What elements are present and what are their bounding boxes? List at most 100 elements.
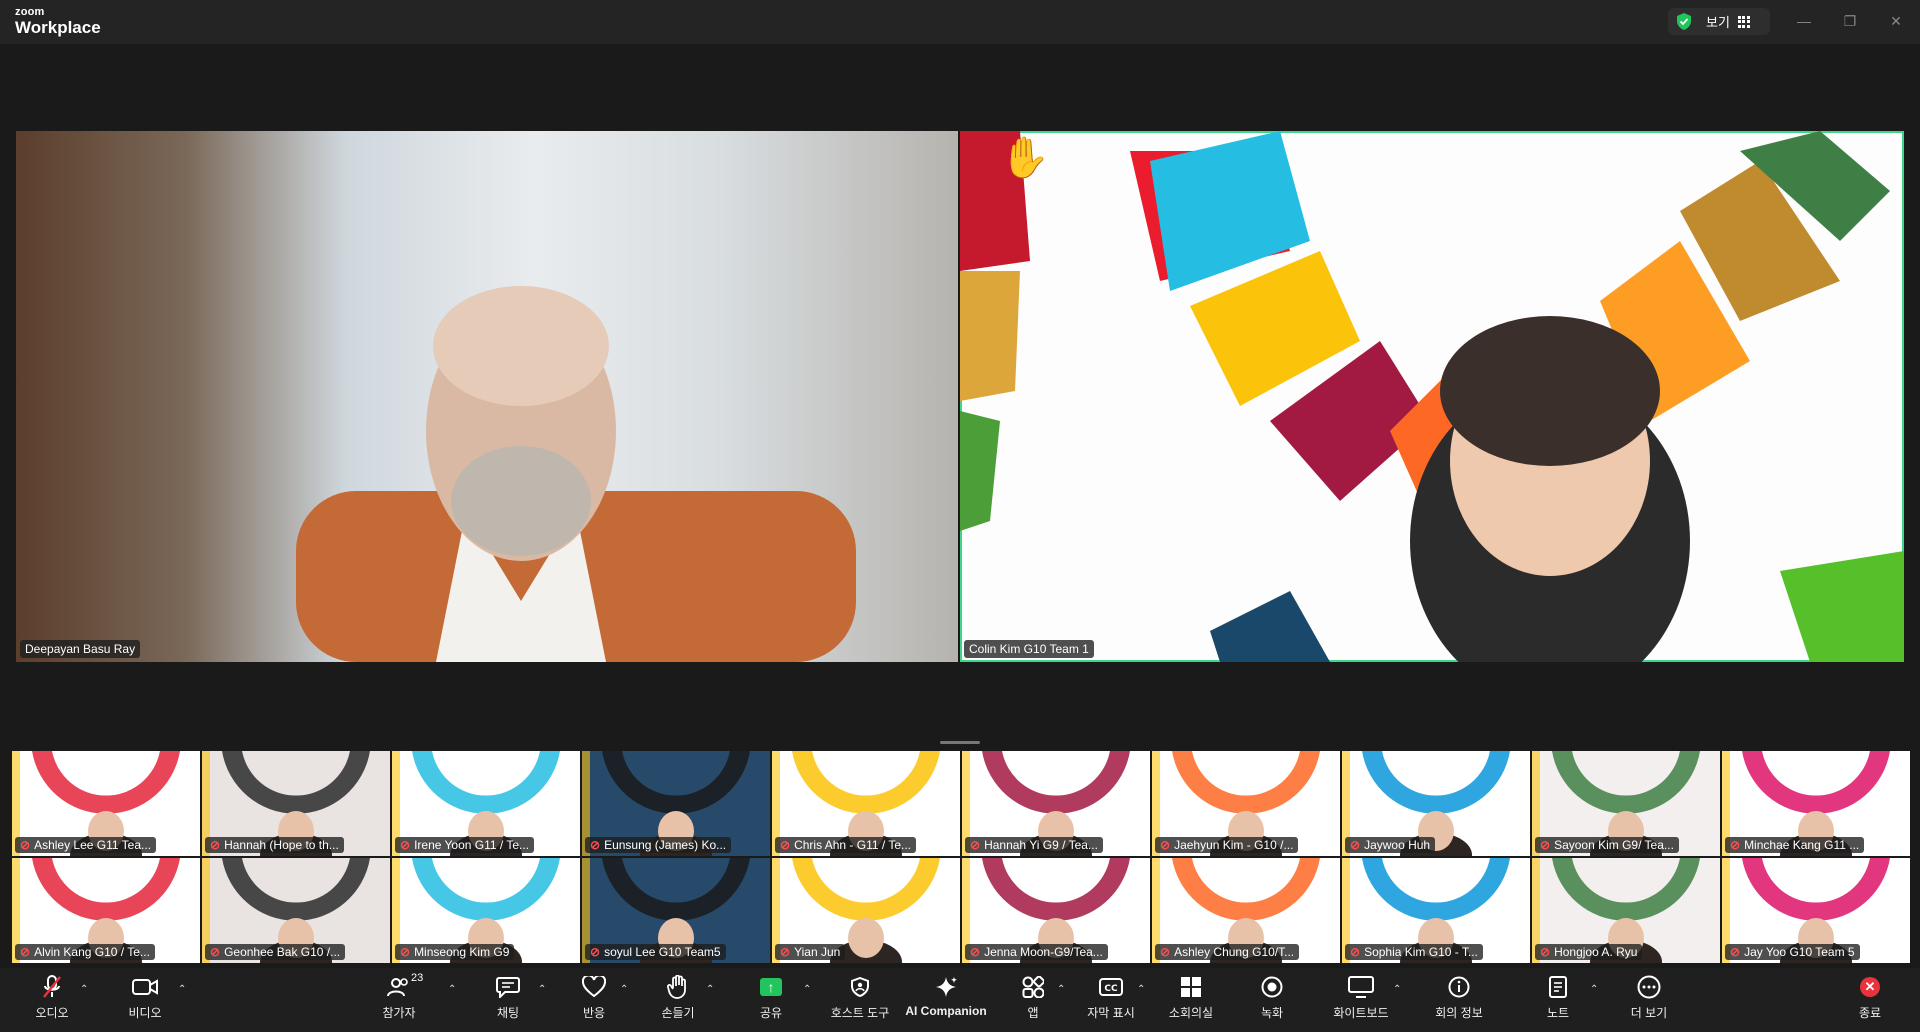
view-button[interactable]: 보기 — [1668, 8, 1770, 35]
mic-muted-icon: ⊘ — [400, 838, 411, 852]
raise-hand-options-chevron-up-icon[interactable]: ⌃ — [706, 984, 714, 995]
participant-name-label: ⊘ Sophia Kim G10 - T... — [1345, 944, 1483, 960]
participant-tile[interactable]: ⊘ Chris Ahn - G11 / Te... — [772, 751, 960, 856]
participant-tile[interactable]: ⊘ Ashley Chung G10/T... — [1152, 858, 1340, 963]
maximize-button[interactable]: ❐ — [1832, 8, 1868, 34]
participant-tile[interactable]: ⊘ Eunsung (James) Ko... — [582, 751, 770, 856]
participant-tile[interactable]: ⊘ Jay Yoo G10 Team 5 — [1722, 858, 1910, 963]
participant-name: Hannah Yi G9 / Tea... — [984, 838, 1098, 852]
captions-options-chevron-up-icon[interactable]: ⌃ — [1137, 984, 1145, 995]
participant-tile[interactable]: ⊘ Hannah Yi G9 / Tea... — [962, 751, 1150, 856]
host-shield-icon — [851, 972, 869, 1002]
active-speaker-video-tile[interactable]: ✋ Colin Kim G10 Team 1 — [960, 131, 1904, 662]
svg-text:CC: CC — [1104, 984, 1118, 994]
close-window-button[interactable]: ✕ — [1878, 8, 1914, 34]
participant-name: Jenna Moon-G9/Tea... — [984, 945, 1103, 959]
share-button[interactable]: ↑ 공유 — [726, 972, 816, 1021]
participant-tile[interactable]: ⊘ soyul Lee G10 Team5 — [582, 858, 770, 963]
notes-button[interactable]: 노트 — [1513, 972, 1603, 1021]
closed-captions-icon: CC — [1099, 972, 1123, 1002]
participant-tile[interactable]: ⊘ Jaywoo Huh — [1342, 751, 1530, 856]
participant-tile[interactable]: ⊘ Sophia Kim G10 - T... — [1342, 858, 1530, 963]
raise-hand-icon — [667, 972, 689, 1002]
mic-muted-icon — [42, 972, 62, 1002]
notes-options-chevron-up-icon[interactable]: ⌃ — [1590, 984, 1598, 995]
view-label: 보기 — [1706, 15, 1730, 30]
host-tools-button[interactable]: 호스트 도구 — [815, 972, 905, 1021]
participant-name: Jaehyun Kim - G10 /... — [1174, 838, 1294, 852]
share-screen-icon: ↑ — [760, 972, 782, 1002]
raise-hand-button[interactable]: 손들기 — [633, 972, 723, 1021]
security-shield-icon — [1677, 13, 1691, 30]
participant-tile[interactable]: ⊘ Hannah (Hope to th... — [202, 751, 390, 856]
participant-name: Yian Jun — [794, 945, 841, 959]
share-options-chevron-up-icon[interactable]: ⌃ — [803, 984, 811, 995]
breakout-rooms-button[interactable]: 소회의실 — [1146, 972, 1236, 1021]
participant-tile[interactable]: ⊘ Irene Yoon G11 / Te... — [392, 751, 580, 856]
participant-name: Minseong Kim G9 — [414, 945, 510, 959]
participant-name: Chris Ahn - G11 / Te... — [794, 838, 912, 852]
participant-name: Ashley Lee G11 Tea... — [34, 838, 152, 852]
mic-muted-icon: ⊘ — [20, 945, 31, 959]
chat-button[interactable]: 채팅 — [463, 972, 553, 1021]
record-label: 녹화 — [1260, 1006, 1284, 1020]
mic-muted-icon: ⊘ — [1160, 945, 1171, 959]
participant-name: Minchae Kang G11 ... — [1744, 838, 1860, 852]
participant-name: Alvin Kang G10 / Te... — [34, 945, 150, 959]
apps-label: 앱 — [1027, 1006, 1039, 1020]
captions-button[interactable]: CC 자막 표시 — [1066, 972, 1156, 1021]
mic-muted-icon: ⊘ — [1350, 945, 1361, 959]
meeting-info-button[interactable]: 회의 정보 — [1414, 972, 1504, 1021]
apps-button[interactable]: 앱 — [988, 972, 1078, 1021]
participants-count: 23 — [411, 972, 424, 984]
video-options-chevron-up-icon[interactable]: ⌃ — [178, 984, 186, 995]
chat-options-chevron-up-icon[interactable]: ⌃ — [538, 984, 546, 995]
mic-muted-icon: ⊘ — [970, 945, 981, 959]
apps-options-chevron-up-icon[interactable]: ⌃ — [1057, 984, 1065, 995]
title-bar: zoom Workplace 보기 — ❐ ✕ — [0, 0, 1920, 44]
participant-tile[interactable]: ⊘ Minseong Kim G9 — [392, 858, 580, 963]
chat-bubble-icon — [496, 972, 520, 1002]
whiteboard-icon — [1348, 972, 1374, 1002]
audio-label: 오디오 — [35, 1006, 69, 1020]
apps-icon — [1022, 972, 1044, 1002]
participant-name-label: ⊘ soyul Lee G10 Team5 — [585, 944, 726, 960]
mic-muted-icon: ⊘ — [590, 838, 601, 852]
end-call-icon: ✕ — [1860, 972, 1880, 1002]
participants-label: 참가자 — [382, 1006, 416, 1020]
audio-button[interactable]: 오디오 — [7, 972, 97, 1021]
gallery-resize-handle[interactable] — [940, 741, 980, 744]
participant-tile[interactable]: ⊘ Alvin Kang G10 / Te... — [12, 858, 200, 963]
speaker-video-tile[interactable]: Deepayan Basu Ray — [16, 131, 958, 662]
participant-name-label: ⊘ Jaywoo Huh — [1345, 837, 1436, 853]
participant-name: Eunsung (James) Ko... — [604, 838, 727, 852]
reactions-button[interactable]: 반응 — [549, 972, 639, 1021]
participant-tile[interactable]: ⊘ Jenna Moon-G9/Tea... — [962, 858, 1150, 963]
participants-icon: 23 — [387, 972, 423, 1002]
participant-tile[interactable]: ⊘ Jaehyun Kim - G10 /... — [1152, 751, 1340, 856]
participant-tile[interactable]: ⊘ Hongjoo A. Ryu — [1532, 858, 1720, 963]
more-button[interactable]: 더 보기 — [1604, 972, 1694, 1021]
reactions-options-chevron-up-icon[interactable]: ⌃ — [620, 984, 628, 995]
ai-companion-button[interactable]: AI Companion — [901, 972, 991, 1018]
whiteboard-button[interactable]: 화이트보드 — [1316, 972, 1406, 1021]
share-label: 공유 — [759, 1006, 783, 1020]
audio-options-chevron-up-icon[interactable]: ⌃ — [80, 984, 88, 995]
participants-options-chevron-up-icon[interactable]: ⌃ — [448, 984, 456, 995]
close-icon: ✕ — [1890, 12, 1902, 29]
mic-muted-icon: ⊘ — [590, 945, 601, 959]
meeting-info-label: 회의 정보 — [1435, 1006, 1483, 1020]
participant-tile[interactable]: ⊘ Sayoon Kim G9/ Tea... — [1532, 751, 1720, 856]
video-button[interactable]: 비디오 — [100, 972, 190, 1021]
participants-button[interactable]: 23 참가자 — [354, 972, 444, 1021]
participant-tile[interactable]: ⊘ Yian Jun — [772, 858, 960, 963]
whiteboard-options-chevron-up-icon[interactable]: ⌃ — [1393, 984, 1401, 995]
participant-tile[interactable]: ⊘ Geonhee Bak G10 /... — [202, 858, 390, 963]
record-button[interactable]: 녹화 — [1227, 972, 1317, 1021]
end-meeting-button[interactable]: ✕ 종료 — [1825, 972, 1915, 1021]
participant-tile[interactable]: ⊘ Ashley Lee G11 Tea... — [12, 751, 200, 856]
participant-name: Jaywoo Huh — [1364, 838, 1431, 852]
minimize-button[interactable]: — — [1786, 8, 1822, 34]
participant-tile[interactable]: ⊘ Minchae Kang G11 ... — [1722, 751, 1910, 856]
participant-name: Ashley Chung G10/T... — [1174, 945, 1295, 959]
